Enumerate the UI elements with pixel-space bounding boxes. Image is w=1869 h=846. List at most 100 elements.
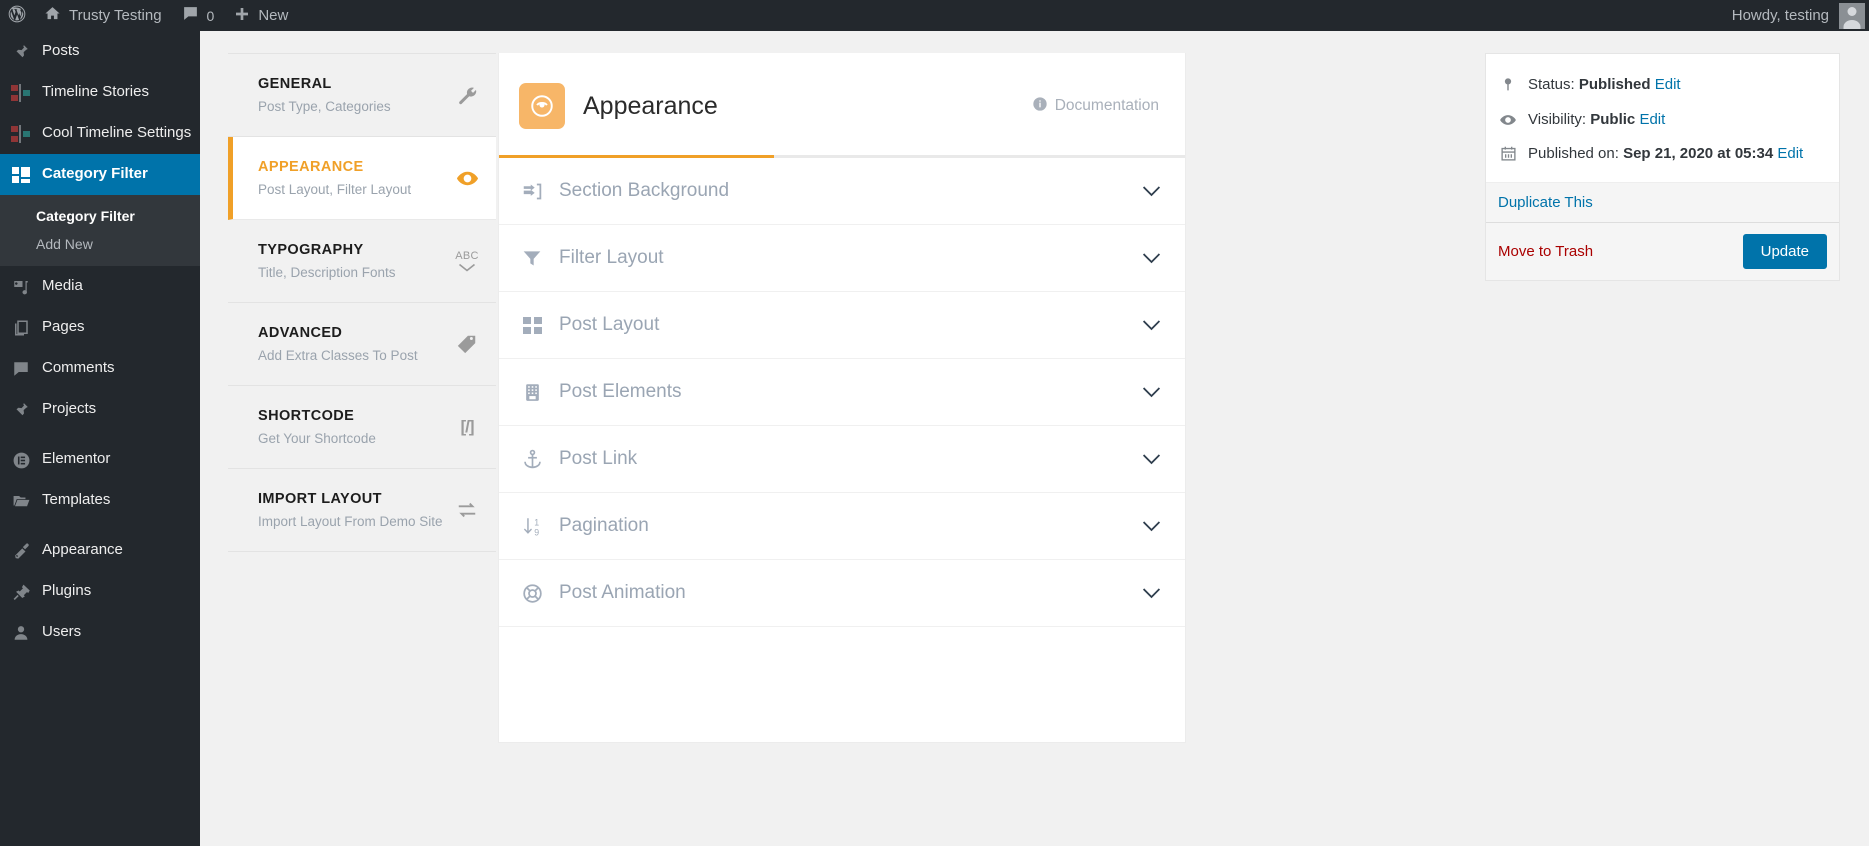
published-label: Published on: [1528,145,1619,162]
documentation-label: Documentation [1054,97,1159,114]
tab-import-layout[interactable]: IMPORT LAYOUT Import Layout From Demo Si… [228,469,496,552]
status-label: Status: [1528,76,1575,93]
eye-icon [519,83,565,129]
pin-icon [11,400,31,420]
visibility-value: Public [1590,110,1636,128]
sidebar-item-category-filter[interactable]: Category Filter [0,154,200,195]
account-menu[interactable]: Howdy, testing [1731,2,1869,29]
new-content-menu[interactable]: New [224,0,298,31]
accordion-pagination[interactable]: 1 9 Pagination [499,493,1185,560]
submenu-item-category-filter[interactable]: Category Filter [0,202,200,230]
wordpress-logo-button[interactable] [0,0,34,31]
chevron-down-icon[interactable] [1142,520,1161,532]
submenu-category-filter: Category Filter Add New [0,195,200,266]
sidebar-item-label: Category Filter [42,165,148,182]
tab-title: SHORTCODE [258,408,355,424]
accordion-post-link[interactable]: Post Link [499,426,1185,493]
documentation-link[interactable]: Documentation [1032,96,1159,117]
pin-marker-icon [1498,74,1518,93]
timeline-icon [11,83,31,103]
sidebar-item-appearance[interactable]: Appearance [0,530,200,571]
sidebar-item-media[interactable]: Media [0,266,200,307]
publish-actions: Move to Trash Update [1486,221,1839,280]
tab-appearance[interactable]: APPEARANCE Post Layout, Filter Layout [228,137,496,220]
howdy-label: Howdy, testing [1731,7,1829,24]
sidebar-item-label: Posts [42,42,80,59]
visibility-text: Visibility: Public Edit [1528,109,1665,132]
abc-check-icon: ABC [454,248,480,274]
tab-typography[interactable]: TYPOGRAPHY Title, Description Fonts ABC [228,220,496,303]
calendar-icon [1498,143,1518,162]
sidebar-item-templates[interactable]: Templates [0,480,200,521]
status-value: Published [1578,76,1651,93]
visibility-label: Visibility: [1528,110,1587,128]
tab-general[interactable]: GENERAL Post Type, Categories [228,53,496,137]
sign-in-arrow-icon [521,181,543,202]
site-name-menu[interactable]: Trusty Testing [34,0,172,31]
sidebar-item-label: Projects [42,400,97,417]
sidebar-item-posts[interactable]: Posts [0,31,200,72]
import-exchange-icon [454,497,480,523]
sidebar-item-pages[interactable]: Pages [0,307,200,348]
eye-icon [1498,109,1518,129]
sidebar-item-timeline-stories[interactable]: Timeline Stories [0,72,200,113]
accordion-filter-layout[interactable]: Filter Layout [499,225,1185,292]
tab-subtitle: Post Type, Categories [258,99,391,114]
home-icon [44,5,61,26]
sidebar-item-users[interactable]: Users [0,612,200,653]
sidebar-item-label: Timeline Stories [42,83,149,100]
tab-title: GENERAL [258,76,332,92]
accordion-post-layout[interactable]: Post Layout [499,292,1185,359]
duplicate-this-link[interactable]: Duplicate This [1498,194,1593,211]
menu-separator [0,430,200,439]
chevron-down-icon[interactable] [1142,453,1161,465]
sidebar-item-label: Pages [42,318,85,335]
chevron-down-icon[interactable] [1142,587,1161,599]
accordion-post-animation[interactable]: Post Animation [499,560,1185,627]
settings-tab-list: GENERAL Post Type, Categories APPEARANCE… [228,31,496,846]
timeline-icon [11,124,31,144]
sidebar-item-plugins[interactable]: Plugins [0,571,200,612]
tab-advanced[interactable]: ADVANCED Add Extra Classes To Post [228,303,496,386]
svg-text:1: 1 [534,517,539,527]
chevron-down-icon[interactable] [1142,252,1161,264]
visibility-edit-link[interactable]: Edit [1639,111,1665,128]
folder-icon [11,491,31,511]
visibility-row: Visibility: Public Edit [1498,103,1827,138]
accordion-section-background[interactable]: Section Background [499,158,1185,225]
accordion-label: Section Background [559,180,730,201]
sidebar-item-comments[interactable]: Comments [0,348,200,389]
status-edit-link[interactable]: Edit [1655,76,1681,93]
accordion-label: Post Elements [559,381,682,402]
sidebar-item-label: Plugins [42,582,92,599]
tab-subtitle: Get Your Shortcode [258,431,376,446]
svg-text:9: 9 [534,527,539,537]
shortcode-glyph: [/] [460,417,474,436]
chevron-down-icon[interactable] [1142,386,1161,398]
move-to-trash-link[interactable]: Move to Trash [1498,243,1593,260]
chevron-down-icon[interactable] [1142,185,1161,197]
sidebar-item-projects[interactable]: Projects [0,389,200,430]
keypad-icon [521,383,543,402]
accordion-label: Post Animation [559,582,686,603]
published-edit-link[interactable]: Edit [1777,145,1803,162]
sidebar-item-label: Cool Timeline Settings [42,124,192,141]
accordion-label: Post Layout [559,314,660,335]
sidebar-item-label: Users [42,623,82,640]
tab-shortcode[interactable]: SHORTCODE Get Your Shortcode [/] [228,386,496,469]
sidebar-item-label: Elementor [42,450,111,467]
chevron-down-icon[interactable] [1142,319,1161,331]
paintbrush-icon [11,541,31,561]
tab-title: ADVANCED [258,325,343,341]
submenu-item-add-new[interactable]: Add New [0,230,200,258]
sidebar-item-cool-timeline-settings[interactable]: Cool Timeline Settings [0,113,200,154]
shortcode-brackets-icon: [/] [454,414,480,440]
accordion-post-elements[interactable]: Post Elements [499,359,1185,426]
tab-title: TYPOGRAPHY [258,242,364,258]
sort-numeric-icon: 1 9 [521,516,543,537]
update-button[interactable]: Update [1742,233,1827,269]
comments-menu[interactable]: 0 [172,0,225,31]
new-label: New [258,7,289,24]
sidebar-item-elementor[interactable]: Elementor [0,439,200,480]
grid-icon [521,316,543,334]
